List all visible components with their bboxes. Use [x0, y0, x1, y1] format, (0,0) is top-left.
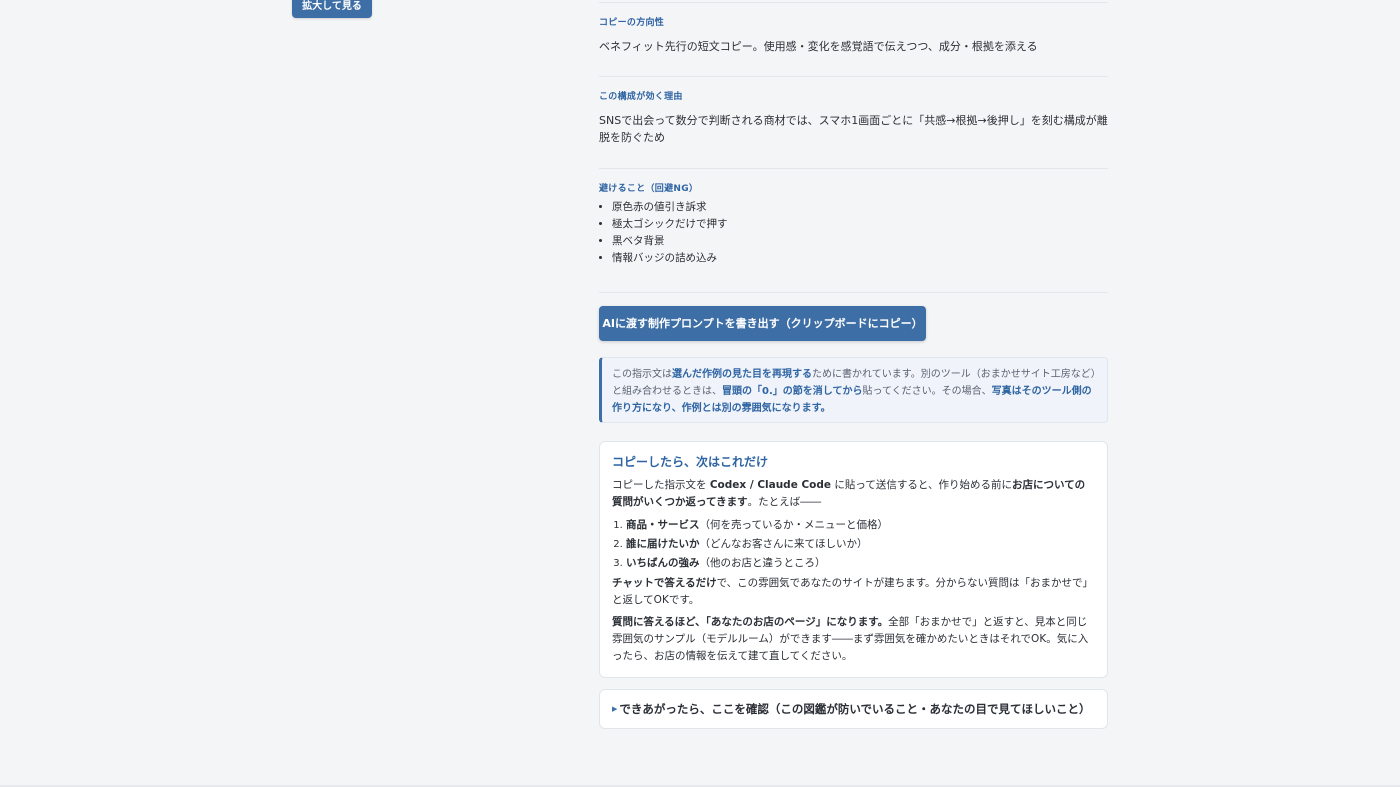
- notice-emphasis: 冒頭の「0.」の節を消してから: [722, 386, 863, 397]
- copy-direction-label: コピーの方向性: [599, 18, 665, 28]
- checklist-details-toggle[interactable]: ▶ できあがったら、ここを確認（この図鑑が防いでいること・あなたの目で見てほしいこ…: [599, 689, 1108, 729]
- list-item: 商品・サービス（何を売っているか・メニューと価格）: [626, 516, 1095, 535]
- notice-text: この指示文は: [612, 369, 672, 380]
- next-steps-intro: コピーした指示文を Codex / Claude Code に貼って送信すると、…: [612, 479, 1086, 508]
- notice-emphasis: 選んだ作例の見た目を再現する: [672, 369, 812, 380]
- list-item: 誰に届けたいか（どんなお客さんに来てほしいか）: [626, 535, 1095, 554]
- list-item: 情報バッジの詰め込み: [612, 250, 728, 267]
- more-answers-note: 質問に答えるほど、「あなたのお店のページ」になります。全部「おまかせで」と返すと…: [612, 616, 1089, 662]
- divider: [599, 2, 1108, 3]
- list-item: 極太ゴシックだけで押す: [612, 216, 728, 233]
- avoid-label: 避けること（回避NG）: [599, 184, 699, 194]
- divider: [599, 168, 1108, 169]
- divider: [599, 76, 1108, 77]
- zoom-button[interactable]: 拡大して見る: [292, 0, 372, 18]
- list-item: 黒ベタ背景: [612, 233, 728, 250]
- details-summary-text: できあがったら、ここを確認（この図鑑が防いでいること・あなたの目で見てほしいこと…: [619, 702, 1091, 716]
- reason-text: SNSで出会って数分で判断される商材では、スマホ1画面ごとに「共感→根拠→後押し…: [599, 114, 1108, 144]
- list-item: いちばんの強み（他のお店と違うところ）: [626, 554, 1095, 573]
- notice-box: この指示文は選んだ作例の見た目を再現するために書かれています。別のツール（おまか…: [599, 357, 1108, 423]
- next-steps-card: コピーしたら、次はこれだけ コピーした指示文を Codex / Claude C…: [599, 441, 1108, 678]
- triangle-right-icon: ▶: [612, 705, 618, 713]
- question-list: 商品・サービス（何を売っているか・メニューと価格） 誰に届けたいか（どんなお客さ…: [612, 516, 1095, 573]
- notice-text: 貼ってください。その場合、: [862, 386, 992, 397]
- reason-label: この構成が効く理由: [599, 92, 683, 102]
- export-prompt-button[interactable]: AIに渡す制作プロンプトを書き出す（クリップボードにコピー）: [599, 306, 926, 341]
- list-item: 原色赤の値引き訴求: [612, 199, 728, 216]
- copy-direction-text: ベネフィット先行の短文コピー。使用感・変化を感覚語で伝えつつ、成分・根拠を添える: [599, 40, 1038, 53]
- next-steps-title: コピーしたら、次はこれだけ: [612, 455, 769, 469]
- divider: [599, 292, 1108, 293]
- chat-note: チャットで答えるだけで、この雰囲気であなたのサイトが建ちます。分からない質問は「…: [612, 577, 1094, 606]
- avoid-list: 原色赤の値引き訴求 極太ゴシックだけで押す 黒ベタ背景 情報バッジの詰め込み: [599, 199, 728, 267]
